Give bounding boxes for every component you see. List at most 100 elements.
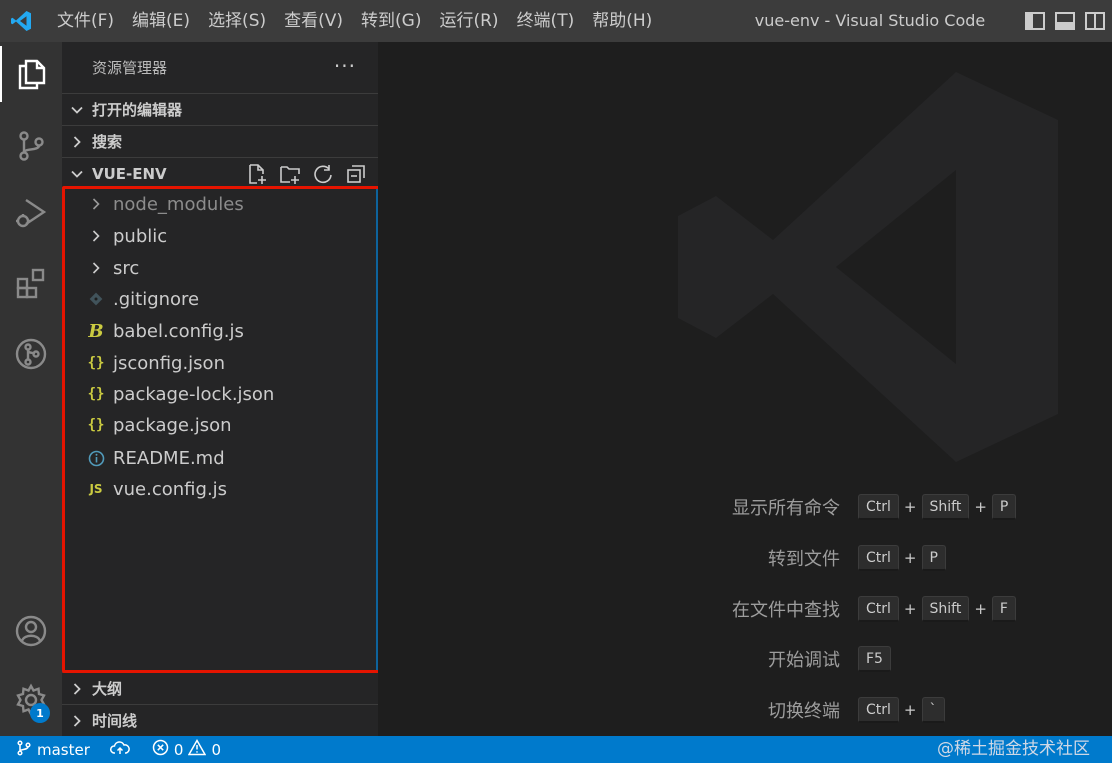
shortcut-label: 切换终端 (768, 701, 840, 722)
section-label: 搜索 (92, 133, 123, 151)
section-workspace[interactable]: VUE-ENV (62, 157, 378, 189)
menu-run[interactable]: 运行(R) (430, 0, 507, 42)
menu-go[interactable]: 转到(G) (352, 0, 430, 42)
accounts-icon[interactable] (0, 603, 62, 659)
chevron-right-icon (62, 126, 92, 158)
menu-file[interactable]: 文件(F) (48, 0, 123, 42)
manage-gear-icon[interactable]: 1 (0, 672, 62, 728)
warning-icon (188, 738, 207, 760)
tree-item-node-modules[interactable]: node_modules (62, 188, 378, 220)
shortcut-find-in-files: 在文件中查找 Ctrl + Shift + F (678, 594, 1098, 624)
chevron-right-icon (86, 188, 106, 220)
info-file-icon (86, 442, 106, 474)
tree-item-label: .gitignore (113, 288, 200, 310)
shortcut-label: 在文件中查找 (732, 600, 840, 621)
window-title: vue-env - Visual Studio Code (754, 11, 986, 30)
refresh-icon[interactable] (311, 162, 335, 186)
keycap: Ctrl (858, 596, 899, 622)
chevron-right-icon (86, 220, 106, 252)
shortcut-keys: F5 (858, 646, 891, 672)
tree-item-readme[interactable]: README.md (62, 442, 378, 474)
menu-terminal[interactable]: 终端(T) (508, 0, 584, 42)
json-file-icon: {} (87, 355, 105, 371)
new-folder-icon[interactable] (278, 162, 302, 186)
chevron-down-icon (62, 94, 92, 126)
json-file-icon: {} (87, 417, 105, 433)
shortcut-label: 转到文件 (768, 549, 840, 570)
keycap: Shift (921, 494, 970, 520)
title-bar: 文件(F) 编辑(E) 选择(S) 查看(V) 转到(G) 运行(R) 终端(T… (0, 0, 1112, 42)
source-control-icon[interactable] (0, 118, 62, 174)
keycap: Shift (921, 596, 970, 622)
chevron-right-icon (62, 705, 92, 737)
tree-item-src[interactable]: src (62, 252, 378, 284)
error-icon (152, 739, 169, 760)
tree-item-label: src (113, 257, 140, 279)
tree-item-package[interactable]: {} package.json (62, 409, 378, 441)
shortcut-keys: Ctrl + P (858, 545, 946, 571)
json-file-icon: {} (87, 386, 105, 402)
tree-item-jsconfig[interactable]: {} jsconfig.json (62, 347, 378, 379)
customize-layout-icon[interactable] (1084, 10, 1106, 32)
keycap: P (921, 545, 946, 571)
git-graph-icon[interactable] (0, 326, 62, 382)
tree-item-vue-config[interactable]: JS vue.config.js (62, 473, 378, 505)
chevron-right-icon (62, 673, 92, 705)
keycap: Ctrl (858, 545, 899, 571)
extensions-icon[interactable] (0, 255, 62, 311)
keycap: F (991, 596, 1016, 622)
explorer-sidebar: 资源管理器 ··· 打开的编辑器 搜索 VUE-ENV node_modules… (62, 42, 378, 736)
tree-item-label: vue.config.js (113, 478, 228, 500)
new-file-icon[interactable] (245, 162, 269, 186)
editor-area: 显示所有命令 Ctrl + Shift + P 转到文件 Ctrl + P 在文件中查… (378, 42, 1112, 736)
chevron-right-icon (86, 252, 106, 284)
menu-selection[interactable]: 选择(S) (199, 0, 275, 42)
tree-item-label: package-lock.json (113, 383, 275, 405)
sync-status[interactable] (98, 736, 138, 763)
branch-name: master (37, 740, 90, 759)
activity-bar: 1 (0, 42, 62, 736)
vscode-watermark-icon (678, 72, 1058, 466)
tree-item-label: babel.config.js (113, 320, 244, 342)
section-open-editors[interactable]: 打开的编辑器 (62, 93, 378, 125)
babel-file-icon: B (88, 320, 104, 342)
keycap: Ctrl (858, 697, 899, 723)
problems-status[interactable]: 0 0 (138, 736, 229, 763)
git-file-icon (86, 283, 106, 315)
run-debug-icon[interactable] (0, 184, 62, 240)
menu-view[interactable]: 查看(V) (275, 0, 352, 42)
tree-item-babel-config[interactable]: B babel.config.js (62, 315, 378, 347)
layout-controls (1024, 0, 1106, 42)
section-outline[interactable]: 大纲 (62, 672, 378, 704)
collapse-all-icon[interactable] (344, 162, 368, 186)
menu-bar: 文件(F) 编辑(E) 选择(S) 查看(V) 转到(G) 运行(R) 终端(T… (48, 0, 661, 42)
toggle-sidebar-icon[interactable] (1024, 10, 1046, 32)
shortcut-label: 开始调试 (768, 650, 840, 671)
shortcut-label: 显示所有命令 (732, 498, 840, 519)
tree-item-package-lock[interactable]: {} package-lock.json (62, 378, 378, 410)
menu-help[interactable]: 帮助(H) (583, 0, 661, 42)
shortcut-keys: Ctrl + ` (858, 697, 945, 723)
tree-item-gitignore[interactable]: .gitignore (62, 283, 378, 315)
file-tree: node_modules public src .gitignore B bab… (62, 188, 378, 672)
section-label: 时间线 (92, 712, 138, 730)
branch-status[interactable]: master (0, 736, 98, 763)
keycap: Ctrl (858, 494, 899, 520)
toggle-panel-icon[interactable] (1054, 10, 1076, 32)
explorer-icon[interactable] (0, 46, 62, 102)
section-timeline[interactable]: 时间线 (62, 704, 378, 736)
shortcut-toggle-terminal: 切换终端 Ctrl + ` (678, 695, 1098, 725)
workspace-actions (245, 162, 368, 186)
tree-item-public[interactable]: public (62, 220, 378, 252)
more-actions-icon[interactable]: ··· (334, 54, 356, 78)
section-label: 打开的编辑器 (92, 101, 183, 119)
shortcut-keys: Ctrl + Shift + P (858, 494, 1017, 520)
tree-item-label: public (113, 225, 168, 247)
git-branch-icon (16, 739, 32, 760)
keycap: F5 (858, 646, 891, 672)
tree-item-label: package.json (113, 414, 232, 436)
section-search[interactable]: 搜索 (62, 125, 378, 157)
cloud-upload-icon (109, 740, 130, 760)
menu-edit[interactable]: 编辑(E) (123, 0, 199, 42)
section-label: 大纲 (92, 680, 123, 698)
